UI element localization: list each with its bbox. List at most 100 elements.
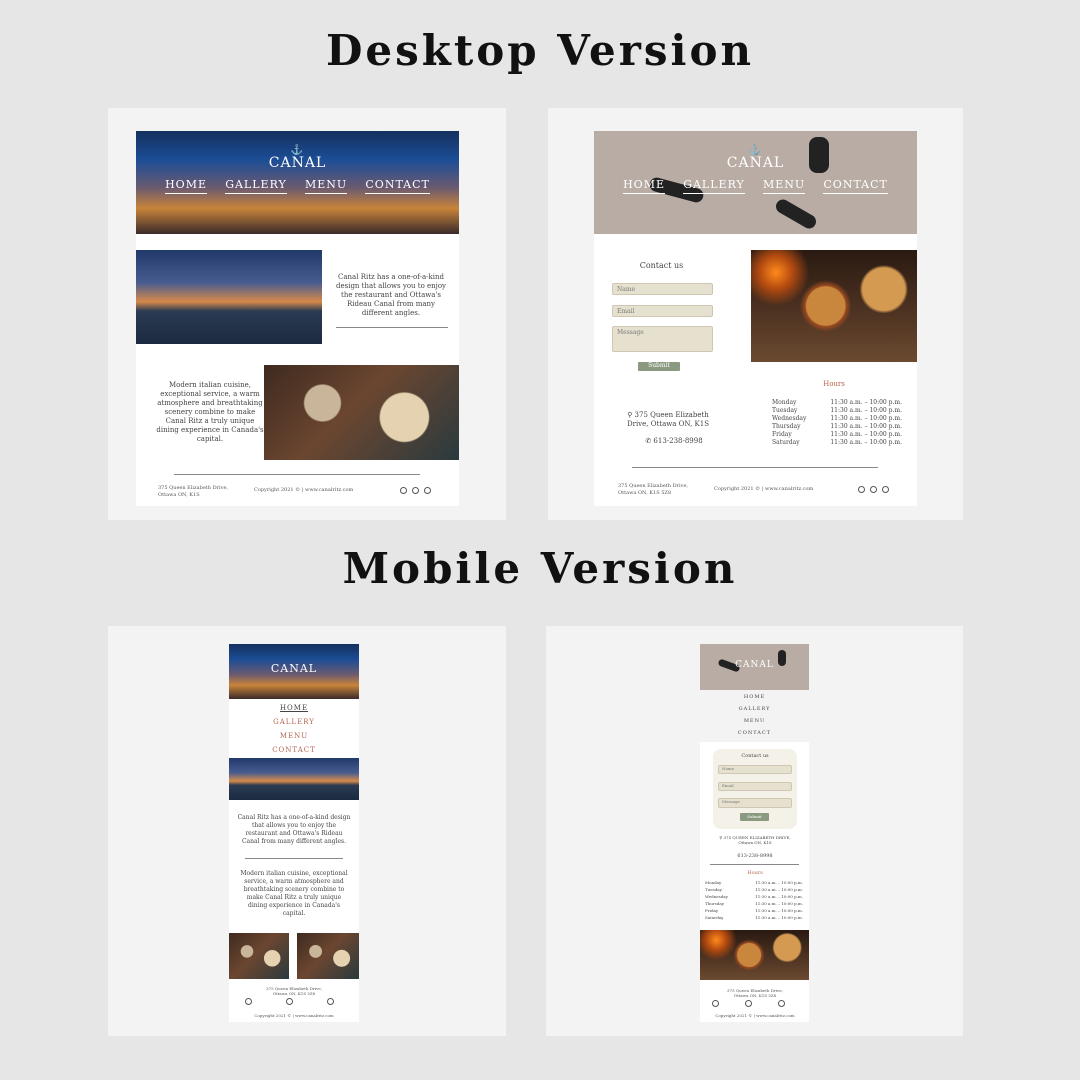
message-textarea[interactable]: Message: [718, 798, 792, 808]
nav-menu[interactable]: MENU: [229, 729, 359, 743]
submit-button[interactable]: Submit: [740, 813, 769, 821]
nav-menu[interactable]: MENU: [700, 715, 809, 727]
pizza-image: [700, 930, 809, 980]
mobile-home-page: CANAL HOME GALLERY MENU CONTACT Canal Ri…: [229, 644, 359, 1022]
divider: [336, 327, 448, 328]
nav-contact[interactable]: CONTACT: [365, 178, 430, 194]
hours-row: Saturday 11:30 a.m. – 10:00 p.m.: [705, 915, 803, 920]
twitter-icon[interactable]: [424, 487, 431, 494]
nav-gallery[interactable]: GALLERY: [225, 178, 287, 194]
nav-contact[interactable]: CONTACT: [229, 743, 359, 757]
hours-row: Tuesday 11:30 a.m. – 10:00 p.m.: [772, 407, 902, 414]
contact-address: ⚲ 375 QUEEN ELIZABETH DRIVE, Ottawa ON, …: [719, 835, 791, 845]
nav-home[interactable]: HOME: [700, 691, 809, 703]
mobile-nav: HOME GALLERY MENU CONTACT: [229, 701, 359, 757]
instagram-icon[interactable]: [745, 1000, 752, 1007]
instagram-icon[interactable]: [870, 486, 877, 493]
footer-divider: [632, 467, 878, 468]
hours-title: Hours: [747, 870, 763, 876]
desktop-home-page: ⚓ CANAL HOME GALLERY MENU CONTACT Canal R…: [136, 131, 459, 506]
twitter-icon[interactable]: [882, 486, 889, 493]
main-nav: HOME GALLERY MENU CONTACT: [136, 178, 459, 194]
hours-row: Thursday 11:30 a.m. – 10:00 p.m.: [772, 423, 902, 430]
contact-form-title: Contact us: [741, 753, 769, 759]
nav-home[interactable]: HOME: [229, 701, 359, 715]
hours-list: Monday 11:30 a.m. – 10:00 p.m. Tuesday 11:…: [772, 399, 902, 447]
hours-row: Wednesday 11:30 a.m. – 10:00 p.m.: [705, 894, 803, 899]
instagram-icon[interactable]: [286, 998, 293, 1005]
contact-phone: ✆ 613-238-8998: [645, 437, 703, 445]
email-input[interactable]: Email: [612, 305, 713, 317]
social-icons: [712, 1000, 785, 1007]
food-image: [264, 365, 459, 460]
logo[interactable]: ⚓ CANAL: [136, 146, 459, 172]
phone-handset-bottom: [773, 196, 819, 232]
hours-row: Monday 11:30 a.m. – 10:00 p.m.: [772, 399, 902, 406]
nav-gallery[interactable]: GALLERY: [683, 178, 745, 194]
divider: [710, 864, 799, 865]
hours-row: Saturday 11:30 a.m. – 10:00 p.m.: [772, 439, 902, 446]
logo[interactable]: CANAL: [700, 660, 809, 670]
social-icons: [245, 998, 334, 1005]
nav-menu[interactable]: MENU: [304, 178, 348, 194]
lake-image: [136, 250, 322, 344]
hours-row: Friday 11:30 a.m. – 10:00 p.m.: [772, 431, 902, 438]
hero-image: CANAL: [229, 644, 359, 699]
email-input[interactable]: Email: [718, 782, 792, 791]
hours-row: Thursday 11:30 a.m. – 10:00 p.m.: [705, 901, 803, 906]
facebook-icon[interactable]: [400, 487, 407, 494]
footer-divider: [174, 474, 420, 475]
name-input[interactable]: Name: [718, 765, 792, 774]
footer-address: 375 Queen Elizabeth Drive, Ottawa ON, K1…: [727, 988, 783, 998]
location-pin-icon: ⚲: [627, 411, 635, 419]
contact-phone: 613-238-8998: [737, 853, 773, 859]
mobile-nav: HOME GALLERY MENU CONTACT: [700, 691, 809, 739]
name-input[interactable]: Name: [612, 283, 713, 295]
facebook-icon[interactable]: [858, 486, 865, 493]
mobile-contact-page: CANAL HOME GALLERY MENU CONTACT Contact …: [700, 644, 809, 1022]
logo[interactable]: ⚓ CANAL: [594, 146, 917, 172]
social-icons: [400, 487, 431, 494]
footer-address: 375 Queen Elizabeth Drive, Ottawa ON, K1…: [266, 986, 322, 996]
instagram-icon[interactable]: [412, 487, 419, 494]
hero-image: ⚓ CANAL HOME GALLERY MENU CONTACT: [136, 131, 459, 234]
main-nav: HOME GALLERY MENU CONTACT: [594, 178, 917, 194]
nav-home[interactable]: HOME: [623, 178, 665, 194]
divider: [245, 858, 343, 859]
footer-copyright: Copyright 2021 © | www.canalritz.com: [254, 1013, 334, 1018]
mobile-version-heading: Mobile Version: [342, 544, 738, 593]
twitter-icon[interactable]: [327, 998, 334, 1005]
hours-row: Wednesday 11:30 a.m. – 10:00 p.m.: [772, 415, 902, 422]
facebook-icon[interactable]: [712, 1000, 719, 1007]
nav-home[interactable]: HOME: [165, 178, 207, 194]
facebook-icon[interactable]: [245, 998, 252, 1005]
hero-phone-image: ⚓ CANAL HOME GALLERY MENU CONTACT: [594, 131, 917, 234]
footer-copyright: Copyright 2021 © | www.canalritz.com: [714, 486, 814, 492]
logo[interactable]: CANAL: [229, 662, 359, 675]
desktop-version-heading: Desktop Version: [325, 26, 755, 75]
footer-copyright: Copyright 2021 © | www.canalritz.com: [254, 487, 354, 493]
footer-address: 375 Queen Elizabeth Drive, Ottawa ON, K1…: [618, 483, 688, 496]
nav-menu[interactable]: MENU: [762, 178, 806, 194]
about-text: Modern italian cuisine, exceptional serv…: [156, 381, 264, 443]
social-icons: [858, 486, 889, 493]
hours-row: Monday 11:30 a.m. – 10:00 p.m.: [705, 880, 803, 885]
message-textarea[interactable]: Message: [612, 326, 713, 352]
contact-form-title: Contact us: [639, 261, 684, 270]
hero-phone-image: CANAL: [700, 644, 809, 690]
hours-row: Friday 11:30 a.m. – 10:00 p.m.: [705, 908, 803, 913]
lake-image: [229, 758, 359, 800]
food-image-left: [229, 933, 289, 979]
submit-button[interactable]: Submit: [638, 362, 680, 371]
hours-title: Hours: [823, 380, 845, 388]
intro-text: Canal Ritz has a one-of-a-kind design th…: [237, 814, 351, 845]
intro-text: Canal Ritz has a one-of-a-kind design th…: [335, 273, 447, 317]
nav-contact[interactable]: CONTACT: [700, 727, 809, 739]
twitter-icon[interactable]: [778, 1000, 785, 1007]
nav-gallery[interactable]: GALLERY: [700, 703, 809, 715]
desktop-contact-page: ⚓ CANAL HOME GALLERY MENU CONTACT Contact…: [594, 131, 917, 506]
nav-contact[interactable]: CONTACT: [823, 178, 888, 194]
hours-row: Tuesday 11:30 a.m. – 10:00 p.m.: [705, 887, 803, 892]
nav-gallery[interactable]: GALLERY: [229, 715, 359, 729]
food-image-right: [297, 933, 359, 979]
